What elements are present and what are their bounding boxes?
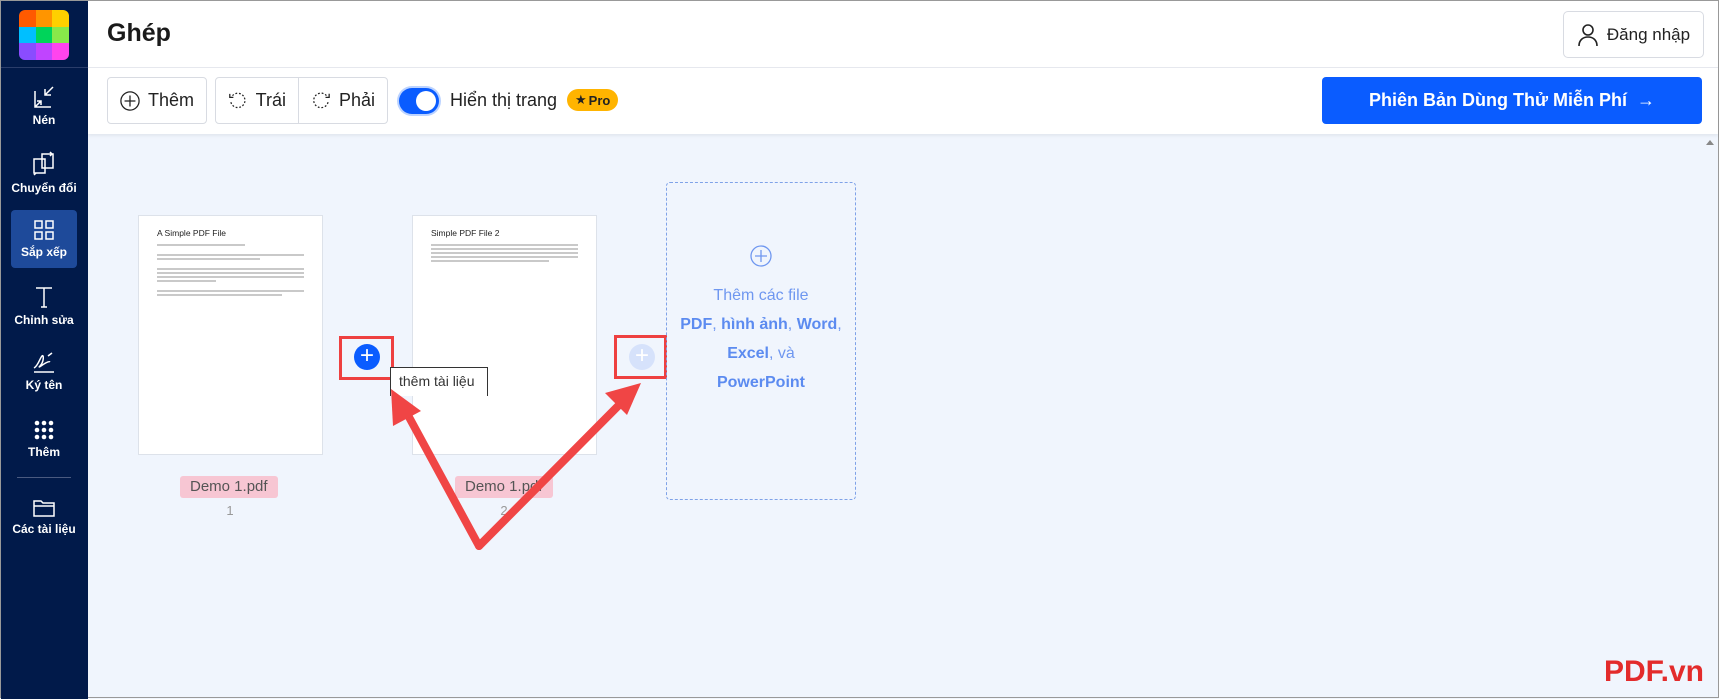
- scrollbar[interactable]: [1702, 134, 1718, 699]
- watermark: PDF.vn: [1603, 655, 1704, 688]
- arrowhead: [391, 389, 421, 426]
- arrow-line: [399, 402, 483, 550]
- annotation-arrows: [391, 383, 641, 550]
- arrow-line: [475, 392, 632, 550]
